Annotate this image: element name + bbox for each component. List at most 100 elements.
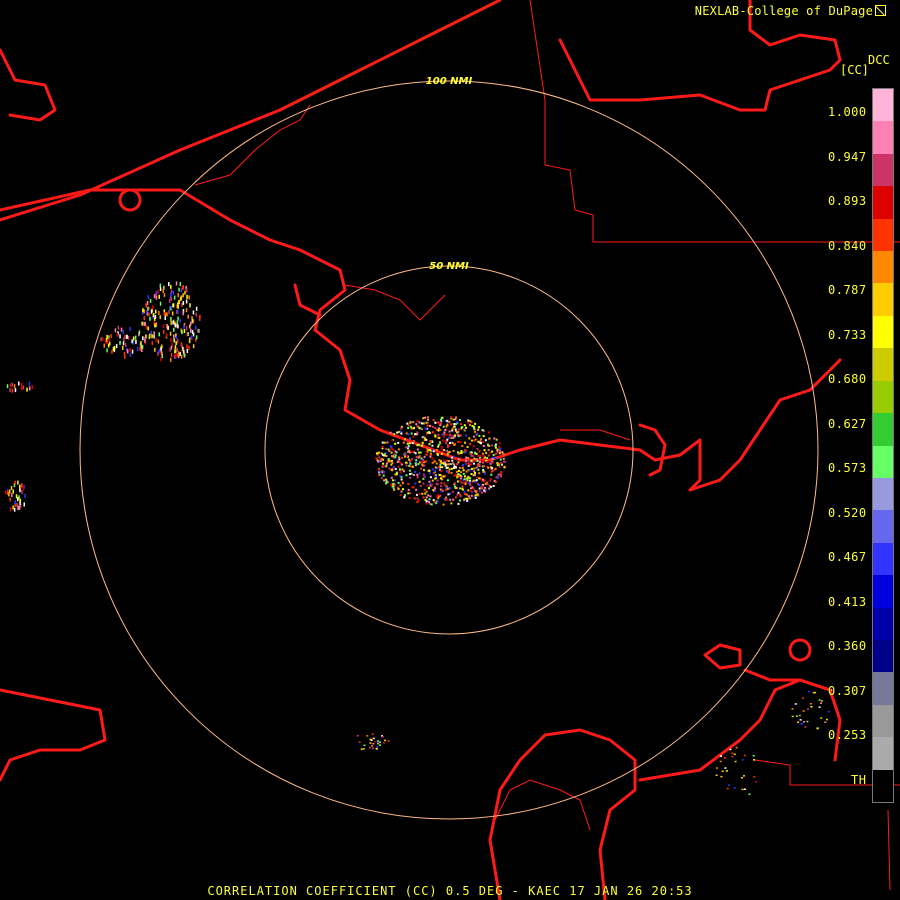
radar-echo-gate [21, 489, 23, 494]
radar-echo-gate [429, 482, 432, 485]
radar-echo-gate [199, 314, 201, 319]
radar-echo-gate [477, 426, 480, 429]
radar-echo-gate [179, 318, 181, 323]
radar-echo-gate [14, 480, 16, 485]
radar-echo-gate [807, 708, 809, 710]
radar-echo-gate [481, 491, 483, 494]
radar-echo-gate [440, 446, 443, 449]
radar-echo-gate [377, 460, 380, 463]
radar-echo-gate [499, 475, 502, 478]
radar-echo-gate [104, 339, 107, 344]
radar-echo-gate [410, 432, 413, 435]
radar-echo-gate [719, 760, 722, 763]
radar-echo-gate [427, 418, 429, 421]
radar-echo-gate [459, 477, 462, 480]
radar-echo-gate [448, 468, 451, 471]
radar-echo-gate [390, 451, 393, 454]
radar-echo-gate [122, 345, 124, 350]
coastline-north [0, 0, 502, 222]
radar-echo-gate [428, 472, 431, 475]
radar-echo-gate [418, 492, 421, 495]
color-scale-tick-label: 0.787 [828, 283, 867, 297]
radar-echo-gate [13, 507, 16, 512]
radar-echo-gate [491, 444, 493, 447]
radar-echo-gate [464, 451, 467, 454]
radar-echo-gate [416, 476, 419, 479]
radar-echo-gate [438, 459, 441, 462]
radar-echo-gate [383, 479, 386, 482]
radar-echo-gate [414, 470, 417, 473]
radar-echo-gate [175, 353, 177, 357]
credit-label[interactable]: NEXLAB-College of DuPage [695, 4, 886, 18]
radar-echo-gate [445, 442, 447, 445]
radar-echo-gate [175, 341, 177, 346]
radar-echo-gate [176, 353, 179, 358]
radar-echo-gate [482, 454, 485, 457]
color-scale-segment [873, 575, 893, 609]
radar-echo-gate [467, 489, 470, 492]
radar-echo-gate [195, 325, 197, 330]
radar-echo-gate [439, 428, 442, 431]
radar-echo-gate [129, 347, 131, 352]
radar-echo-gate [415, 488, 418, 491]
coastline-east-shore [743, 668, 832, 692]
radar-echo-gate [446, 459, 449, 462]
radar-echo-gate [394, 473, 397, 476]
color-scale-tick-label: TH [851, 772, 867, 787]
radar-echo-gate [454, 474, 457, 477]
radar-echo-gate [159, 315, 161, 320]
radar-echo-gate [494, 444, 497, 447]
radar-echo-gate [443, 431, 446, 434]
radar-echo-gate [430, 503, 433, 506]
radar-echo-gate [482, 429, 485, 432]
radar-echo-gate [178, 352, 180, 357]
radar-echo-gate [372, 743, 375, 745]
radar-echo-gate [472, 487, 475, 490]
external-link-icon[interactable] [875, 5, 886, 16]
radar-echo-gate [466, 499, 469, 502]
radar-echo-gate [186, 294, 188, 299]
radar-echo-gate [108, 337, 111, 342]
radar-echo-gate [416, 497, 419, 500]
radar-echo-gate [407, 488, 410, 491]
radar-echo-gate [498, 466, 501, 468]
radar-echo-gate [136, 347, 139, 351]
radar-echo-gate [114, 328, 117, 333]
radar-echo-gate [426, 431, 429, 434]
radar-echo-gate [816, 727, 819, 730]
radar-echo-gate [422, 496, 425, 499]
radar-echo-gate [444, 464, 447, 467]
radar-echo-gate [124, 334, 126, 339]
radar-echo-gate [109, 341, 111, 346]
radar-echo-gate [753, 776, 756, 778]
radar-echo-gate [809, 703, 812, 705]
radar-echo-gate [467, 475, 470, 478]
radar-echo-gate [159, 301, 162, 306]
radar-echo-gate [26, 387, 28, 392]
radar-echo-gate [440, 448, 443, 451]
lake-west [118, 188, 142, 212]
radar-echo-gate [428, 449, 431, 452]
radar-echo-gate [170, 316, 172, 321]
radar-echo-gate [455, 470, 458, 473]
radar-echo-gate [489, 451, 492, 454]
color-scale-tick-label: 0.360 [828, 639, 867, 653]
radar-echo-gate [395, 471, 398, 474]
radar-echo-gate [407, 482, 410, 485]
radar-echo-gate [418, 480, 421, 483]
radar-echo-gate [155, 338, 157, 342]
radar-echo-gate [445, 486, 448, 489]
radar-echo-gate [382, 462, 385, 465]
radar-echo-gate [17, 506, 19, 511]
radar-echo-gate [371, 733, 374, 735]
radar-echo-gate [480, 438, 483, 441]
radar-echo-gate [729, 748, 732, 751]
radar-echo-gate [29, 386, 31, 391]
radar-echo-gate [499, 458, 502, 461]
radar-echo-gate [441, 433, 444, 436]
radar-echo-gate [450, 423, 453, 426]
radar-echo-gate [387, 740, 390, 742]
radar-echo-gate [452, 425, 455, 428]
radar-map[interactable]: 50 NMI 100 NMI [0, 0, 900, 900]
radar-echo-gate [9, 507, 12, 512]
